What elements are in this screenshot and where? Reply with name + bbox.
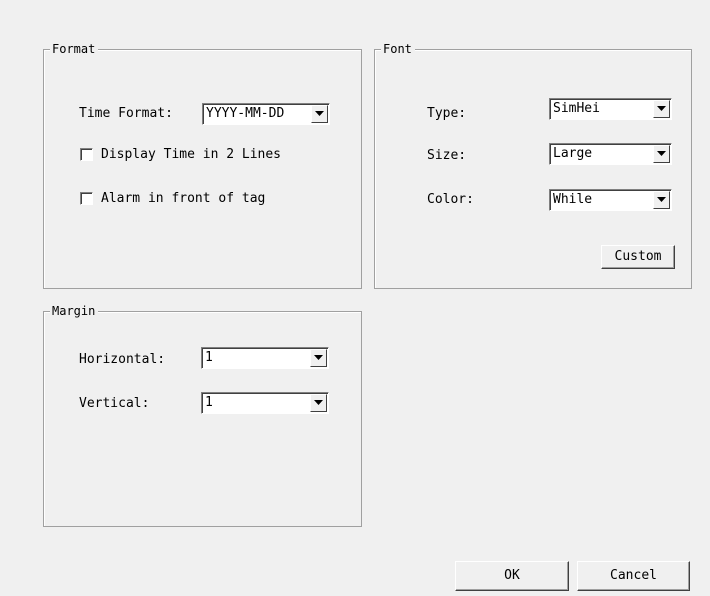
alarm-front-option[interactable]: Alarm in front of tag: [80, 191, 265, 206]
time-format-value: YYYY-MM-DD: [206, 106, 285, 121]
chevron-down-icon: [657, 151, 666, 156]
format-group: Format Time Format: YYYY-MM-DD Display T…: [43, 41, 362, 289]
horizontal-margin-label: Horizontal:: [79, 352, 166, 367]
horizontal-margin-dropdown-button[interactable]: [310, 349, 327, 367]
font-color-value: While: [553, 192, 593, 207]
alarm-front-label: Alarm in front of tag: [101, 191, 266, 206]
vertical-margin-label: Vertical:: [79, 396, 150, 411]
chevron-down-icon: [314, 355, 323, 360]
display-two-lines-option[interactable]: Display Time in 2 Lines: [80, 147, 281, 162]
time-format-select[interactable]: YYYY-MM-DD: [202, 103, 330, 125]
vertical-margin-value: 1: [205, 395, 213, 410]
font-color-label: Color:: [427, 192, 474, 207]
alarm-front-checkbox[interactable]: [80, 192, 93, 205]
font-group-title: Font: [381, 41, 415, 57]
vertical-margin-select[interactable]: 1: [201, 392, 329, 414]
time-format-label: Time Format:: [79, 106, 173, 121]
margin-group: Margin Horizontal: 1 Vertical: 1: [43, 303, 362, 527]
chevron-down-icon: [314, 400, 323, 405]
font-size-select[interactable]: Large: [549, 143, 672, 165]
font-size-value: Large: [553, 146, 593, 161]
font-color-select[interactable]: While: [549, 189, 672, 211]
format-group-title: Format: [50, 41, 99, 57]
font-group: Font Type: SimHei Size: Large Color: Whi…: [374, 41, 692, 289]
margin-group-title: Margin: [50, 303, 99, 319]
font-size-label: Size:: [427, 148, 467, 163]
horizontal-margin-value: 1: [205, 350, 213, 365]
font-size-dropdown-button[interactable]: [653, 145, 670, 163]
cancel-button[interactable]: Cancel: [577, 561, 690, 591]
display-two-lines-label: Display Time in 2 Lines: [101, 147, 282, 162]
font-type-dropdown-button[interactable]: [653, 100, 670, 118]
chevron-down-icon: [657, 197, 666, 202]
font-color-dropdown-button[interactable]: [653, 191, 670, 209]
chevron-down-icon: [657, 106, 666, 111]
horizontal-margin-select[interactable]: 1: [201, 347, 329, 369]
font-type-label: Type:: [427, 106, 467, 121]
font-type-value: SimHei: [553, 101, 600, 116]
font-type-select[interactable]: SimHei: [549, 98, 672, 120]
display-two-lines-checkbox[interactable]: [80, 148, 93, 161]
vertical-margin-dropdown-button[interactable]: [310, 394, 327, 412]
custom-color-button[interactable]: Custom: [601, 245, 675, 269]
ok-button[interactable]: OK: [455, 561, 569, 591]
time-format-dropdown-button[interactable]: [311, 105, 328, 123]
chevron-down-icon: [315, 111, 324, 116]
